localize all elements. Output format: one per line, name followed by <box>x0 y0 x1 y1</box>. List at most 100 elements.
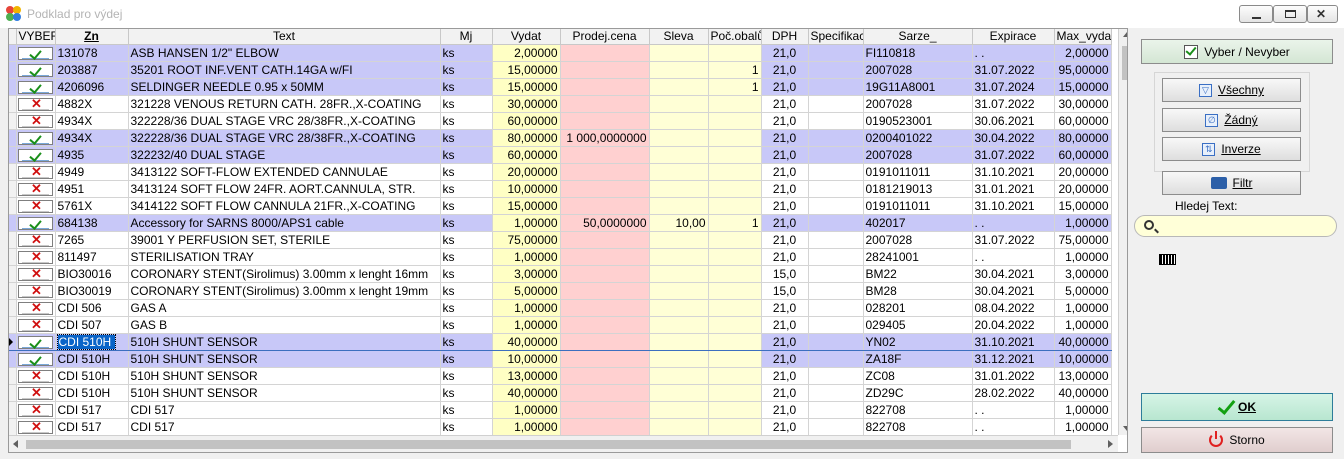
cell-specifikace[interactable] <box>808 112 864 130</box>
cell-dph[interactable]: 21,0 <box>761 129 809 147</box>
cell-text[interactable]: 510H SHUNT SENSOR <box>128 367 441 385</box>
cell-text[interactable]: GAS A <box>128 299 441 317</box>
cell-specifikace[interactable] <box>808 214 864 232</box>
cell-poc-obalu[interactable]: 1 <box>708 61 762 79</box>
cell-mj[interactable]: ks <box>440 95 493 113</box>
col-header-specifikace[interactable]: Specifikac <box>808 29 864 45</box>
cell-mj[interactable]: ks <box>440 316 493 334</box>
cell-dph[interactable]: 21,0 <box>761 418 809 436</box>
cell-mj[interactable]: ks <box>440 332 493 351</box>
cell-sarze[interactable]: BM28 <box>863 282 973 300</box>
cell-sleva[interactable] <box>649 384 709 402</box>
cell-dph[interactable]: 21,0 <box>761 367 809 385</box>
row-indicator[interactable] <box>9 95 17 113</box>
cell-sarze[interactable]: 19G11A8001 <box>863 78 973 96</box>
cell-vydat[interactable]: 10,00000 <box>492 350 561 368</box>
cell-dph[interactable]: 21,0 <box>761 197 809 215</box>
row-indicator[interactable] <box>9 384 17 402</box>
cell-poc-obalu[interactable] <box>708 282 762 300</box>
cell-vydat[interactable]: 10,00000 <box>492 180 561 198</box>
cell-sarze[interactable]: 0200401022 <box>863 129 973 147</box>
cell-sarze[interactable]: 822708 <box>863 401 973 419</box>
table-row[interactable]: CDI 510H510H SHUNT SENSORks40,0000021,0Z… <box>9 384 1112 402</box>
cell-prodej-cena[interactable] <box>560 282 650 300</box>
cell-sleva[interactable] <box>649 180 709 198</box>
cell-poc-obalu[interactable] <box>708 316 762 334</box>
cell-poc-obalu[interactable] <box>708 129 762 147</box>
filter-button[interactable]: Filtr <box>1162 171 1301 195</box>
cell-vydat[interactable]: 30,00000 <box>492 95 561 113</box>
cell-text[interactable]: 510H SHUNT SENSOR <box>128 350 441 368</box>
cell-zn[interactable]: 5761X <box>55 197 129 215</box>
cell-specifikace[interactable] <box>808 384 864 402</box>
table-row[interactable]: BIO30016 CORONARY STENT(Sirolimus) 3.00mm… <box>9 265 1112 283</box>
cell-text[interactable]: ASB HANSEN 1/2" ELBOW <box>128 44 441 62</box>
cell-mj[interactable]: ks <box>440 112 493 130</box>
cell-text[interactable]: 322228/36 DUAL STAGE VRC 28/38FR.,X-COAT… <box>128 129 441 147</box>
cell-sarze[interactable]: 2007028 <box>863 61 973 79</box>
col-header-vyber[interactable]: VYBER <box>16 29 56 45</box>
scroll-left-icon[interactable] <box>13 440 18 448</box>
cell-sarze[interactable]: 2007028 <box>863 95 973 113</box>
table-row[interactable]: CDI 517CDI 517ks1,0000021,0822708. .1,00… <box>9 418 1112 436</box>
cell-specifikace[interactable] <box>808 418 864 436</box>
close-button[interactable]: ✕ <box>1307 5 1338 23</box>
cell-dph[interactable]: 21,0 <box>761 350 809 368</box>
cell-text[interactable]: 322228/36 DUAL STAGE VRC 28/38FR.,X-COAT… <box>128 112 441 130</box>
cell-max-vydat[interactable]: 15,00000 <box>1054 78 1112 96</box>
invert-selection-button[interactable]: ⇅ Inverze <box>1162 137 1301 161</box>
cell-dph[interactable]: 21,0 <box>761 299 809 317</box>
cell-mj[interactable]: ks <box>440 180 493 198</box>
cell-specifikace[interactable] <box>808 316 864 334</box>
checked-icon[interactable] <box>18 148 53 162</box>
cell-mj[interactable]: ks <box>440 282 493 300</box>
cell-prodej-cena[interactable] <box>560 265 650 283</box>
row-indicator[interactable] <box>9 78 17 96</box>
unchecked-icon[interactable] <box>18 283 53 298</box>
row-indicator[interactable] <box>9 316 17 334</box>
row-indicator[interactable] <box>9 265 17 283</box>
cell-poc-obalu[interactable] <box>708 95 762 113</box>
cell-zn[interactable]: 4882X <box>55 95 129 113</box>
cell-max-vydat[interactable]: 2,00000 <box>1054 44 1112 62</box>
col-header-zn[interactable]: Zn <box>55 29 129 45</box>
cell-poc-obalu[interactable] <box>708 367 762 385</box>
checked-icon[interactable] <box>18 131 53 145</box>
cell-expirace[interactable]: . . <box>972 214 1055 232</box>
cell-poc-obalu[interactable] <box>708 299 762 317</box>
cell-prodej-cena[interactable] <box>560 112 650 130</box>
cell-sleva[interactable]: 10,00 <box>649 214 709 232</box>
cell-specifikace[interactable] <box>808 350 864 368</box>
cell-prodej-cena[interactable]: 50,0000000 <box>560 214 650 232</box>
cell-mj[interactable]: ks <box>440 299 493 317</box>
col-header-prodej-cena[interactable]: Prodej.cena <box>560 29 650 45</box>
cell-sleva[interactable] <box>649 248 709 266</box>
row-indicator[interactable] <box>9 418 17 436</box>
cell-mj[interactable]: ks <box>440 401 493 419</box>
unchecked-icon[interactable] <box>18 113 53 128</box>
cell-sarze[interactable]: 029405 <box>863 316 973 334</box>
ok-button[interactable]: OK <box>1141 393 1333 421</box>
cell-dph[interactable]: 21,0 <box>761 316 809 334</box>
cell-vydat[interactable]: 5,00000 <box>492 282 561 300</box>
cell-zn[interactable]: CDI 510H <box>55 384 129 402</box>
cell-specifikace[interactable] <box>808 146 864 164</box>
cell-sarze[interactable]: ZD29C <box>863 384 973 402</box>
cell-sarze[interactable]: 2007028 <box>863 231 973 249</box>
cell-zn[interactable]: 131078 <box>55 44 129 62</box>
cell-zn[interactable]: CDI 510H <box>55 350 129 368</box>
cell-sarze[interactable]: 028201 <box>863 299 973 317</box>
cell-vydat[interactable]: 40,00000 <box>492 332 561 351</box>
cell-prodej-cena[interactable] <box>560 401 650 419</box>
table-row[interactable]: CDI 510H 510H SHUNT SENSOR ks 40,00000 21,0 Y… <box>9 332 1112 351</box>
unchecked-icon[interactable] <box>18 249 53 264</box>
cell-mj[interactable]: ks <box>440 350 493 368</box>
cell-zn[interactable]: 4949 <box>55 163 129 181</box>
table-row[interactable]: CDI 510H510H SHUNT SENSORks13,0000021,0Z… <box>9 367 1112 385</box>
cell-max-vydat[interactable]: 3,00000 <box>1054 265 1112 283</box>
table-row[interactable]: CDI 507GAS Bks1,0000021,002940520.04.202… <box>9 316 1112 334</box>
cell-expirace[interactable]: 31.10.2021 <box>972 163 1055 181</box>
table-row[interactable]: 5761X 3414122 SOFT FLOW CANNULA 21FR.,X-C… <box>9 197 1112 215</box>
cell-dph[interactable]: 21,0 <box>761 95 809 113</box>
cell-zn[interactable]: BIO30019 <box>55 282 129 300</box>
